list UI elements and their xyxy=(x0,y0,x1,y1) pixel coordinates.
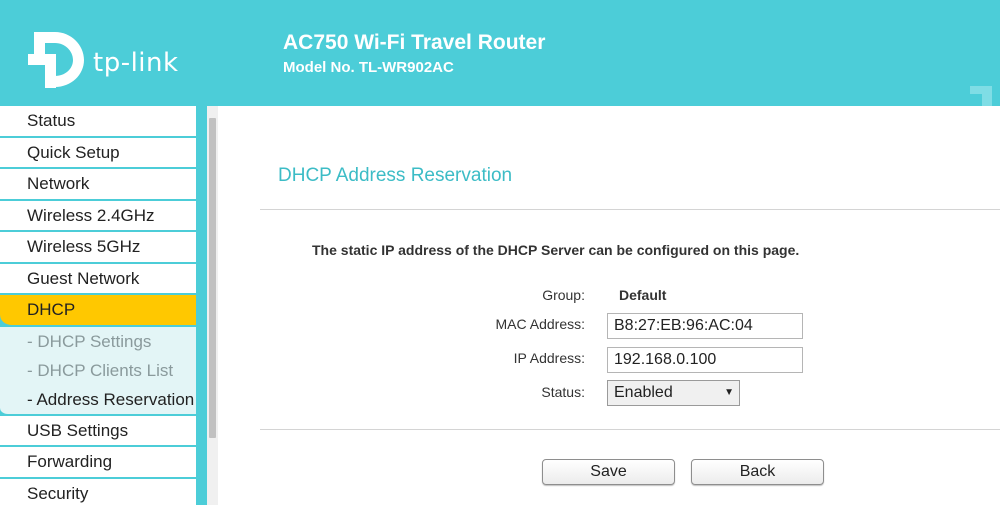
group-label: Group: xyxy=(542,287,585,303)
mac-address-input[interactable] xyxy=(607,313,803,339)
status-select[interactable]: Enabled ▼ xyxy=(607,380,740,406)
sidebar-subitem-dhcp-clients-list[interactable]: - DHCP Clients List xyxy=(0,356,196,385)
dropdown-arrow-icon: ▼ xyxy=(724,387,734,398)
mac-address-label: MAC Address: xyxy=(495,316,585,332)
ip-address-input[interactable] xyxy=(607,347,803,373)
model-number: Model No. TL-WR902AC xyxy=(283,59,454,76)
product-title: AC750 Wi-Fi Travel Router xyxy=(283,31,546,54)
page-title: DHCP Address Reservation xyxy=(278,165,513,186)
decorative-mark-icon xyxy=(970,86,992,106)
sidebar-menu: Status Quick Setup Network Wireless 2.4G… xyxy=(0,106,196,505)
sidebar-item-usb-settings[interactable]: USB Settings xyxy=(0,415,196,447)
sidebar-item-status[interactable]: Status xyxy=(0,106,196,138)
sidebar-subitem-dhcp-settings[interactable]: - DHCP Settings xyxy=(0,327,196,356)
sidebar-scrollbar[interactable] xyxy=(207,106,218,505)
logo-text: tp-link xyxy=(93,48,179,78)
ip-address-label: IP Address: xyxy=(513,350,585,366)
sidebar-item-forwarding[interactable]: Forwarding xyxy=(0,447,196,479)
back-button[interactable]: Back xyxy=(691,459,824,485)
title-divider xyxy=(260,209,1000,210)
sidebar-item-wireless-5ghz[interactable]: Wireless 5GHz xyxy=(0,232,196,264)
save-button[interactable]: Save xyxy=(542,459,675,485)
sidebar-item-security[interactable]: Security xyxy=(0,478,196,505)
dhcp-submenu: - DHCP Settings - DHCP Clients List - Ad… xyxy=(0,326,196,416)
sidebar-item-wireless-24ghz[interactable]: Wireless 2.4GHz xyxy=(0,200,196,232)
header-banner: tp-link AC750 Wi-Fi Travel Router Model … xyxy=(0,0,1000,106)
sidebar-item-dhcp[interactable]: DHCP xyxy=(0,295,196,327)
sidebar-subitem-address-reservation[interactable]: - Address Reservation xyxy=(0,385,196,414)
form-divider xyxy=(260,429,1000,430)
status-label: Status: xyxy=(541,384,585,400)
main-content: DHCP Address Reservation The static IP a… xyxy=(218,106,1000,505)
sidebar-item-quick-setup[interactable]: Quick Setup xyxy=(0,137,196,169)
scrollbar-thumb[interactable] xyxy=(209,118,216,438)
sidebar-item-guest-network[interactable]: Guest Network xyxy=(0,263,196,295)
sidebar-item-network[interactable]: Network xyxy=(0,169,196,201)
group-value: Default xyxy=(619,287,667,303)
page-description: The static IP address of the DHCP Server… xyxy=(312,242,800,258)
status-select-value: Enabled xyxy=(614,384,673,401)
